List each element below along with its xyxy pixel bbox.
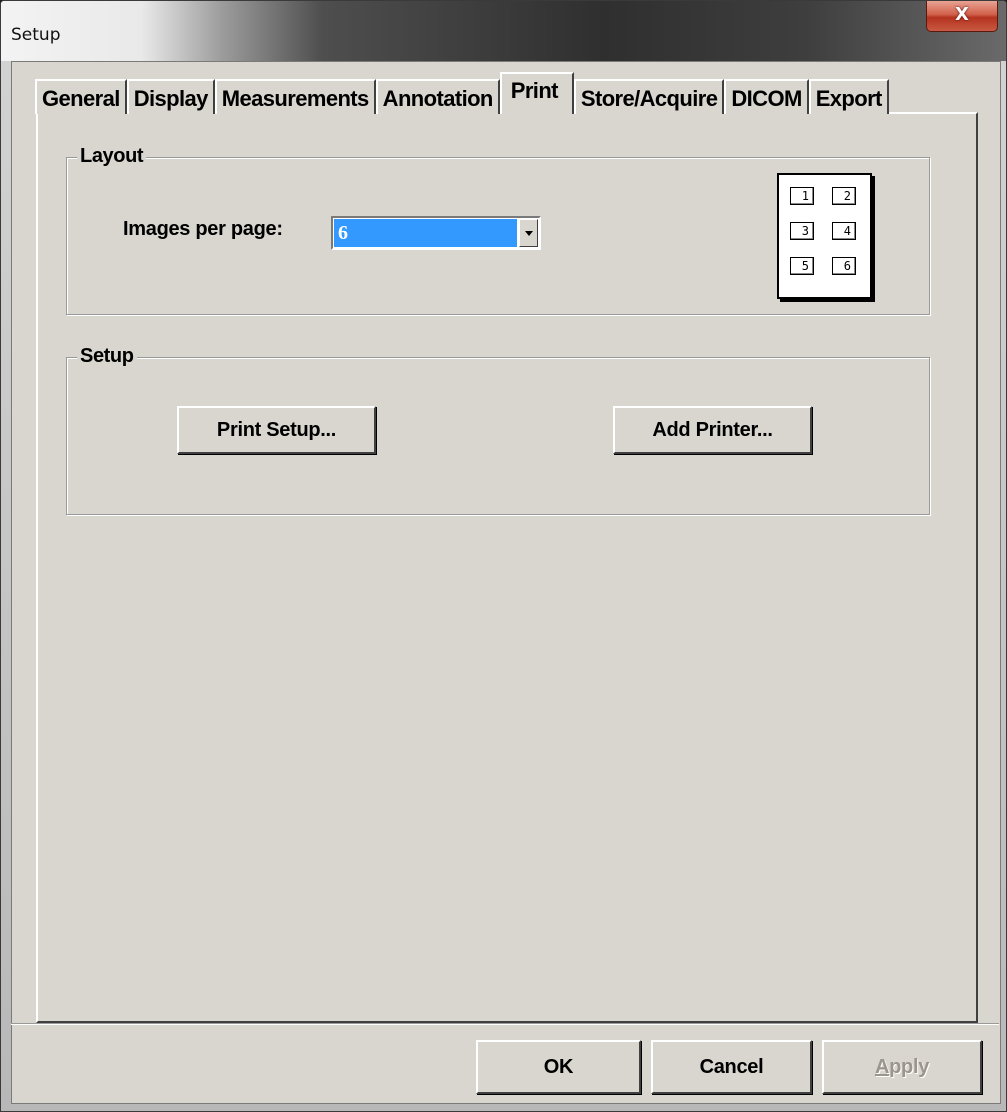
apply-label-rest: pply	[889, 1056, 930, 1078]
tab-general[interactable]: General	[35, 79, 127, 114]
chevron-down-icon[interactable]	[519, 219, 538, 247]
setup-window: Setup X General Display Measurements Ann…	[0, 0, 1007, 1112]
close-icon: X	[955, 4, 969, 25]
preview-cell-5: 5	[790, 257, 814, 275]
title-bar[interactable]: Setup X	[1, 1, 1006, 61]
preview-cell-2: 2	[832, 187, 856, 205]
apply-button[interactable]: Apply	[822, 1040, 982, 1094]
preview-cell-1: 1	[790, 187, 814, 205]
tab-print[interactable]: Print	[499, 72, 574, 114]
preview-cell-4: 4	[832, 222, 856, 240]
images-per-page-value: 6	[334, 219, 517, 247]
tab-measurements[interactable]: Measurements	[214, 79, 376, 114]
add-printer-button[interactable]: Add Printer...	[613, 406, 812, 454]
ok-button[interactable]: OK	[476, 1040, 641, 1094]
cancel-button[interactable]: Cancel	[651, 1040, 812, 1094]
window-title: Setup	[11, 25, 61, 45]
images-per-page-select[interactable]: 6	[331, 216, 541, 250]
tab-export[interactable]: Export	[808, 79, 889, 114]
tab-dicom[interactable]: DICOM	[724, 79, 809, 114]
setup-group-title: Setup	[77, 345, 137, 368]
close-button[interactable]: X	[926, 1, 998, 32]
footer-separator	[11, 1023, 999, 1025]
tab-store-acquire[interactable]: Store/Acquire	[573, 79, 725, 114]
layout-group-title: Layout	[77, 145, 147, 168]
tab-annotation[interactable]: Annotation	[375, 79, 500, 114]
page-layout-preview: 1 2 3 4 5 6	[777, 173, 872, 299]
images-per-page-label: Images per page:	[123, 218, 283, 240]
tab-strip: General Display Measurements Annotation …	[35, 71, 889, 114]
apply-accelerator: A	[874, 1056, 890, 1078]
preview-cell-3: 3	[790, 222, 814, 240]
print-setup-button[interactable]: Print Setup...	[177, 406, 376, 454]
tab-display[interactable]: Display	[126, 79, 215, 114]
preview-cell-6: 6	[832, 257, 856, 275]
